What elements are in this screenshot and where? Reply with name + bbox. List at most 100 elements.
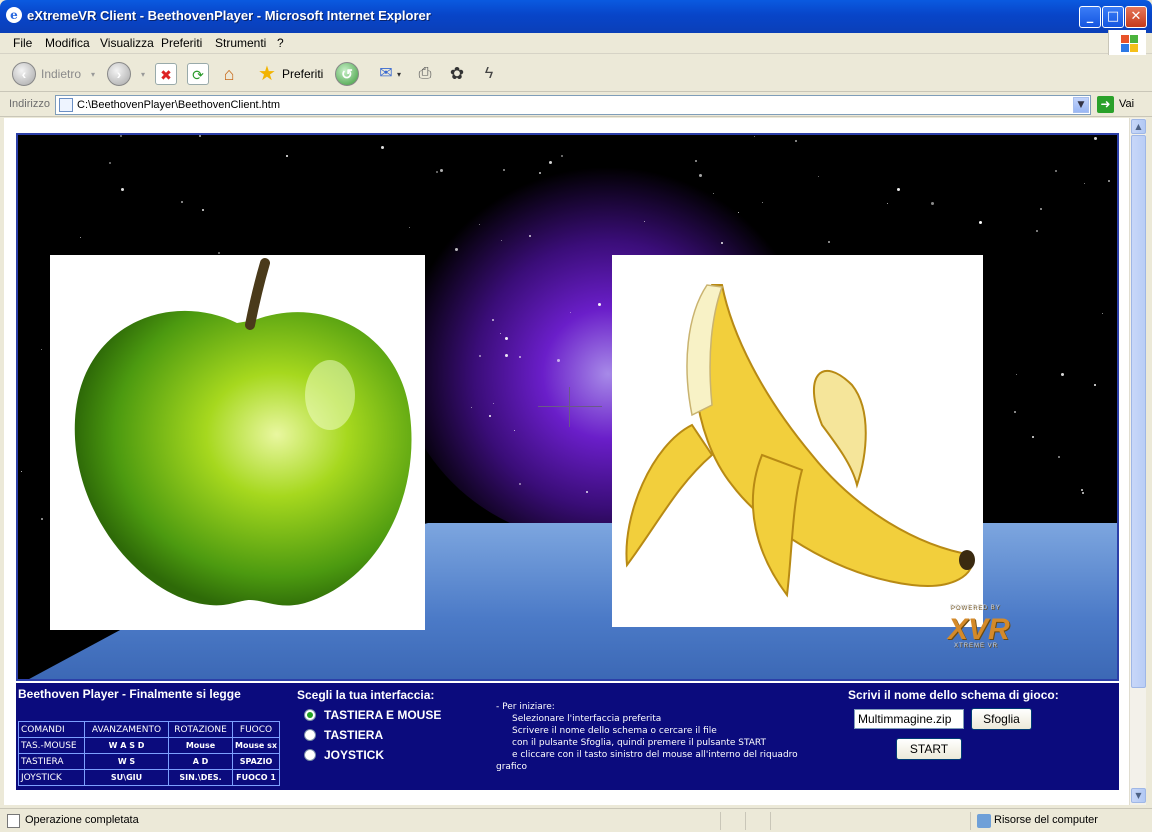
history-button[interactable]: ↺ xyxy=(335,60,359,88)
browse-button[interactable]: Sfoglia xyxy=(971,708,1032,730)
status-divider xyxy=(720,812,721,830)
star xyxy=(181,201,183,203)
instruction-line: Selezionare l'interfaccia preferita xyxy=(512,714,662,724)
favorites-button[interactable]: ★ Preferiti xyxy=(256,60,323,88)
menu-help[interactable]: ? xyxy=(277,36,284,50)
address-dropdown-icon[interactable]: ▼ xyxy=(1073,97,1089,113)
scroll-thumb[interactable] xyxy=(1131,135,1146,688)
chevron-down-icon: ▾ xyxy=(397,69,402,79)
scroll-up-icon[interactable]: ▲ xyxy=(1131,119,1146,134)
star xyxy=(1040,208,1042,210)
close-button[interactable]: ✕ xyxy=(1125,6,1147,28)
menu-visualizza[interactable]: Visualizza xyxy=(100,36,154,50)
star xyxy=(713,193,714,194)
address-input[interactable]: C:\BeethovenPlayer\BeethovenClient.htm ▼ xyxy=(55,95,1091,115)
star xyxy=(218,252,220,254)
star xyxy=(762,202,763,203)
go-arrow-icon[interactable]: ➜ xyxy=(1097,96,1114,113)
star xyxy=(931,202,934,205)
refresh-button[interactable]: ⟳ xyxy=(187,60,209,88)
menu-modifica[interactable]: Modifica xyxy=(45,36,90,50)
star xyxy=(514,430,515,431)
address-label: Indirizzo xyxy=(9,98,50,110)
forward-button[interactable]: › ▾ xyxy=(107,60,145,88)
toolbar: ‹ Indietro ▾ › ▾ ✖ ⟳ ⌂ ★ Preferiti ↺ ✉ ▾… xyxy=(0,55,1152,92)
radio-keyboard[interactable]: TASTIERA xyxy=(304,728,383,742)
go-button[interactable]: Vai xyxy=(1119,98,1134,110)
window-title-bar[interactable]: e eXtremeVR Client - BeethovenPlayer - M… xyxy=(0,0,1152,33)
star xyxy=(519,356,521,358)
refresh-icon: ⟳ xyxy=(187,63,209,85)
radio-joystick[interactable]: JOYSTICK xyxy=(304,748,384,762)
star xyxy=(1094,137,1097,140)
star xyxy=(897,188,900,191)
star xyxy=(1084,183,1085,184)
radio-keyboard-mouse[interactable]: TASTIERA E MOUSE xyxy=(304,708,441,722)
radio-label: TASTIERA E MOUSE xyxy=(324,708,442,722)
star xyxy=(479,224,480,225)
star xyxy=(21,471,22,472)
menu-strumenti[interactable]: Strumenti xyxy=(215,36,266,50)
forward-icon: › xyxy=(107,62,131,86)
star xyxy=(199,135,201,137)
instruction-line: Scrivere il nome dello schema o cercare … xyxy=(512,726,717,736)
start-button[interactable]: START xyxy=(896,738,962,760)
table-header-cell: COMANDI xyxy=(18,721,85,738)
table-cell: W A S D xyxy=(84,737,169,754)
minimize-button[interactable]: _ xyxy=(1079,6,1101,28)
table-cell: SPAZIO xyxy=(231,753,281,770)
star xyxy=(828,241,830,243)
stop-button[interactable]: ✖ xyxy=(155,60,177,88)
home-button[interactable]: ⌂ xyxy=(218,60,240,88)
schema-title: Scrivi il nome dello schema di gioco: xyxy=(848,688,1059,702)
star xyxy=(1016,374,1017,375)
mail-button[interactable]: ✉ ▾ xyxy=(375,60,401,88)
table-cell: SIN.\DES. xyxy=(168,769,233,786)
table-cell: TAS.-MOUSE xyxy=(18,737,85,754)
back-label: Indietro xyxy=(41,67,82,81)
messenger-button[interactable]: ϟ xyxy=(478,60,500,88)
star xyxy=(471,407,472,408)
radio-button[interactable] xyxy=(304,729,316,741)
star xyxy=(561,155,563,157)
vr-scene-canvas[interactable]: POWERED BY XVR XTREME VR xyxy=(16,133,1119,681)
table-header-cell: AVANZAMENTO xyxy=(84,721,169,738)
star xyxy=(1081,489,1083,491)
table-row: JOYSTICK SU\GIU SIN.\DES. FUOCO 1 xyxy=(18,769,281,786)
star xyxy=(1032,436,1034,438)
star xyxy=(381,146,384,149)
star xyxy=(1108,180,1110,182)
star xyxy=(479,355,481,357)
instructions: - Per iniziare: Selezionare l'interfacci… xyxy=(496,701,836,773)
star xyxy=(286,155,288,157)
radio-button[interactable] xyxy=(304,749,316,761)
vertical-scrollbar[interactable]: ▲ ▼ xyxy=(1129,118,1146,805)
maximize-button[interactable]: □ xyxy=(1102,6,1124,28)
table-cell: JOYSTICK xyxy=(18,769,85,786)
star xyxy=(887,203,888,204)
table-cell: Mouse xyxy=(168,737,233,754)
star xyxy=(529,235,531,237)
radio-label: JOYSTICK xyxy=(324,748,385,762)
star xyxy=(539,172,541,174)
table-header-cell: FUOCO xyxy=(231,721,281,738)
table-header-cell: ROTAZIONE xyxy=(168,721,233,738)
print-button[interactable]: ⎙ xyxy=(414,60,436,88)
menu-file[interactable]: File xyxy=(13,36,32,50)
settings-button[interactable]: ✿ xyxy=(446,60,468,88)
star xyxy=(1014,411,1016,413)
radio-button-selected[interactable] xyxy=(304,709,316,721)
status-divider xyxy=(745,812,746,830)
page-done-icon xyxy=(7,814,20,828)
menu-preferiti[interactable]: Preferiti xyxy=(161,36,202,50)
back-button[interactable]: ‹ Indietro ▾ xyxy=(12,60,95,88)
scroll-down-icon[interactable]: ▼ xyxy=(1131,788,1146,803)
status-text: Operazione completata xyxy=(25,814,139,826)
crosshair-cursor xyxy=(538,387,602,427)
schema-file-input[interactable]: Multimmagine.zip xyxy=(854,709,964,729)
window-title: eXtremeVR Client - BeethovenPlayer - Mic… xyxy=(27,8,431,23)
star xyxy=(721,242,723,244)
table-row: TAS.-MOUSE W A S D Mouse Mouse sx xyxy=(18,737,281,754)
banana-image xyxy=(612,255,983,627)
table-header-row: COMANDI AVANZAMENTO ROTAZIONE FUOCO xyxy=(18,721,281,738)
